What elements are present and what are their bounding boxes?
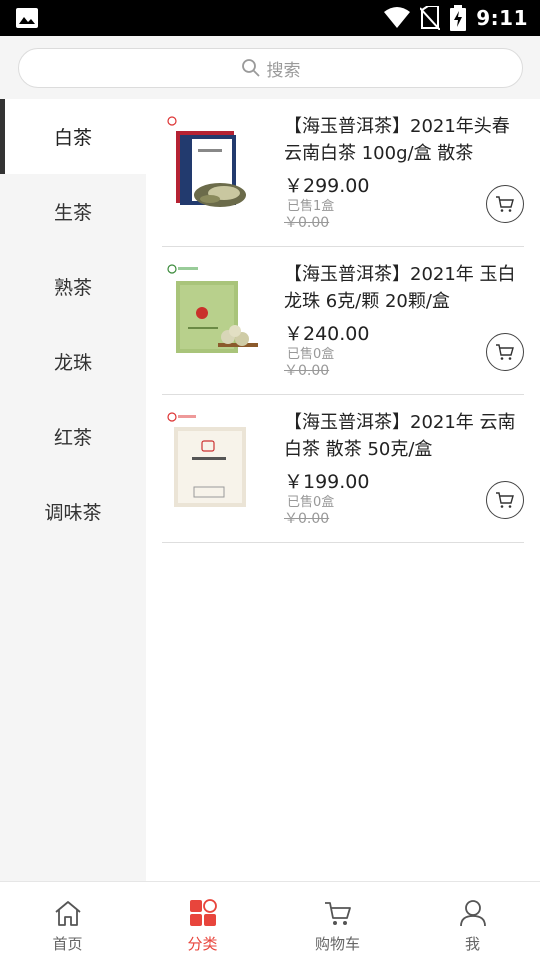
search-icon <box>241 59 260 77</box>
gallery-icon <box>16 8 38 28</box>
product-title: 【海玉普洱茶】2021年 云南白茶 散茶 50克/盒 <box>284 412 516 460</box>
product-item[interactable]: 【海玉普洱茶】2021年 云南白茶 散茶 50克/盒 ￥199.00 已售0盒 … <box>162 395 524 543</box>
sidebar-item-black-tea[interactable]: 红茶 <box>0 399 146 474</box>
user-icon <box>459 900 486 927</box>
nav-label: 我 <box>464 935 480 953</box>
nav-item-profile[interactable]: 我 <box>405 882 540 960</box>
product-title: 【海玉普洱茶】2021年 玉白 龙珠 6克/颗 20颗/盒 <box>284 264 516 312</box>
search-placeholder: 搜索 <box>266 60 301 81</box>
nav-item-category[interactable]: 分类 <box>135 882 270 960</box>
sidebar-item-label: 龙珠 <box>53 352 92 374</box>
sidebar-item-label: 白茶 <box>53 127 92 149</box>
nav-item-cart[interactable]: 购物车 <box>270 882 405 960</box>
add-to-cart-button[interactable] <box>486 185 524 223</box>
product-original-price: ￥0.00 <box>284 511 330 527</box>
product-image[interactable] <box>162 113 270 221</box>
sidebar-item-raw-tea[interactable]: 生茶 <box>0 174 146 249</box>
product-price: ￥199.00 <box>284 471 370 493</box>
product-title: 【海玉普洱茶】2021年头春云南白茶 100g/盒 散茶 <box>284 116 510 164</box>
add-to-cart-button[interactable] <box>486 333 524 371</box>
nav-item-home[interactable]: 首页 <box>0 882 135 960</box>
status-bar: 9:11 <box>0 0 540 36</box>
product-item[interactable]: 【海玉普洱茶】2021年头春云南白茶 100g/盒 散茶 ￥299.00 已售1… <box>162 99 524 247</box>
product-price: ￥240.00 <box>284 323 370 345</box>
product-image[interactable] <box>162 261 270 369</box>
nav-label: 购物车 <box>314 935 360 953</box>
no-sim-icon <box>420 6 441 30</box>
battery-icon <box>450 5 467 31</box>
sidebar-item-dragon-pearl[interactable]: 龙珠 <box>0 324 146 399</box>
clock: 9:11 <box>476 6 528 30</box>
sidebar-item-flavored-tea[interactable]: 调味茶 <box>0 474 146 549</box>
search-bar: 搜索 <box>0 36 540 99</box>
sidebar-item-label: 生茶 <box>53 202 92 224</box>
wifi-icon <box>384 7 411 28</box>
nav-label: 首页 <box>52 935 83 953</box>
product-price: ￥299.00 <box>284 175 370 197</box>
home-icon <box>54 901 81 926</box>
cart-icon <box>496 492 514 508</box>
product-original-price: ￥0.00 <box>284 215 330 231</box>
cart-icon <box>324 902 351 925</box>
category-icon <box>189 899 217 926</box>
cart-icon <box>496 344 514 360</box>
cart-icon <box>496 196 514 212</box>
product-list: 【海玉普洱茶】2021年头春云南白茶 100g/盒 散茶 ￥299.00 已售1… <box>162 99 524 543</box>
sidebar-item-ripe-tea[interactable]: 熟茶 <box>0 249 146 324</box>
sidebar-item-label: 调味茶 <box>44 502 102 524</box>
bottom-navigation: 首页 分类 购物车 我 <box>0 881 540 960</box>
sidebar-item-label: 熟茶 <box>53 277 92 299</box>
sidebar-item-white-tea[interactable]: 白茶 <box>0 99 146 174</box>
category-sidebar: 白茶 生茶 熟茶 龙珠 红茶 调味茶 <box>0 99 146 881</box>
product-item[interactable]: 【海玉普洱茶】2021年 玉白 龙珠 6克/颗 20颗/盒 ￥240.00 已售… <box>162 247 524 395</box>
sidebar-item-label: 红茶 <box>53 427 92 449</box>
nav-label: 分类 <box>187 935 218 953</box>
search-input[interactable]: 搜索 <box>18 48 523 88</box>
add-to-cart-button[interactable] <box>486 481 524 519</box>
product-image[interactable] <box>162 409 270 517</box>
product-original-price: ￥0.00 <box>284 363 330 379</box>
